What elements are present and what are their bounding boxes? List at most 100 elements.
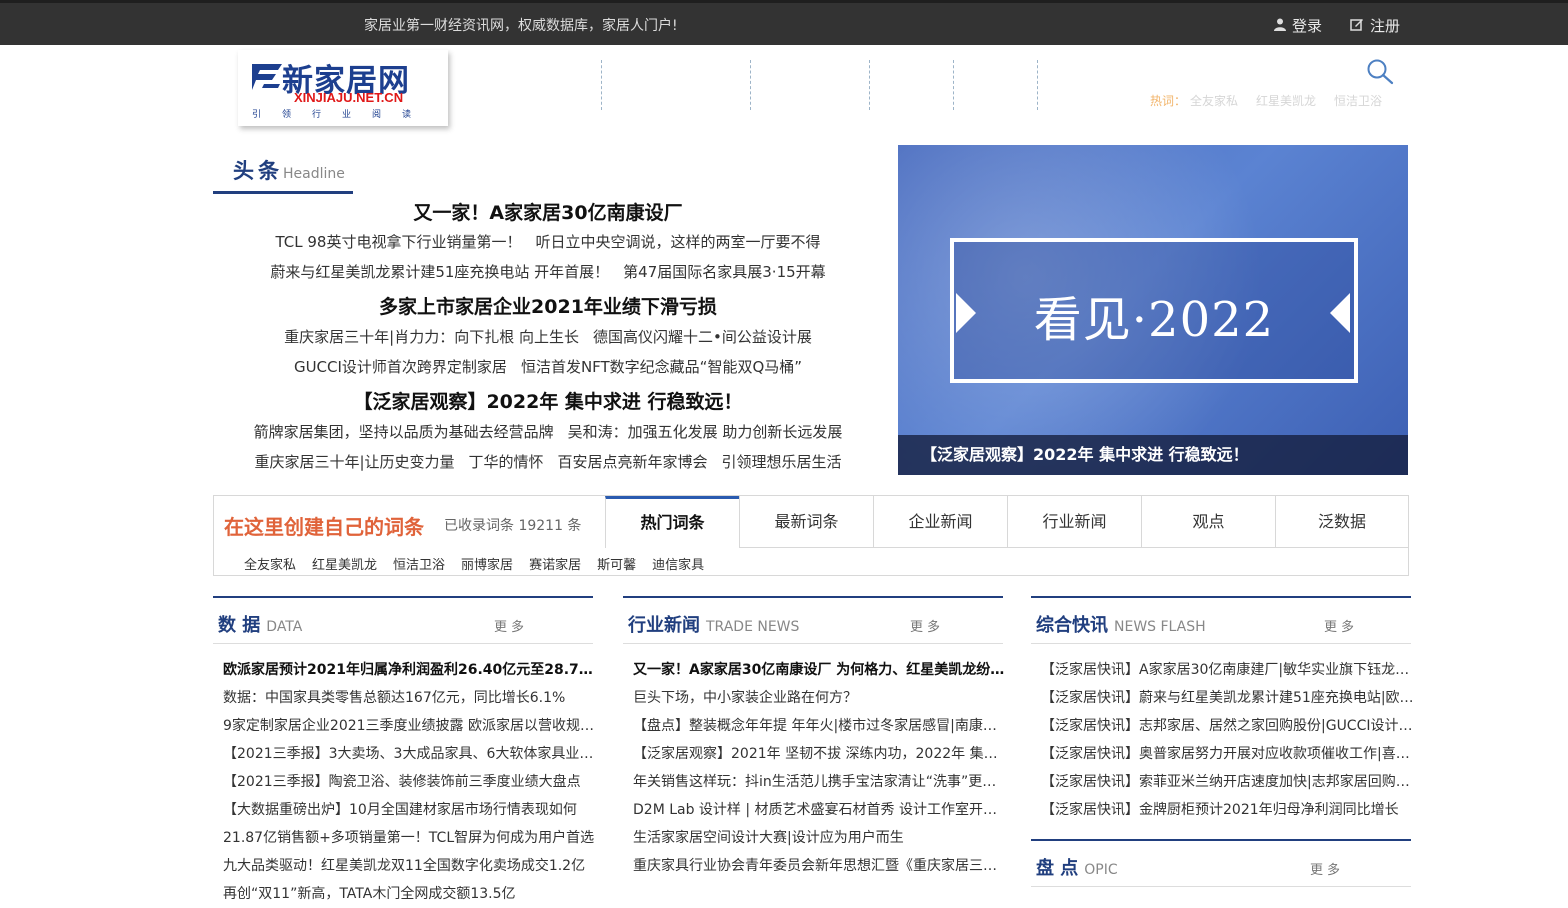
- industry-title-en: TRADE NEWS: [706, 619, 800, 635]
- term-tag[interactable]: 赛诺家居: [529, 558, 581, 573]
- hot-word[interactable]: 恒洁卫浴: [1334, 94, 1382, 108]
- nav-divider: [750, 60, 751, 110]
- terms-tab[interactable]: 最新词条: [739, 496, 873, 548]
- news-list-item[interactable]: 欧派家居预计2021年归属净利润盈利26.40亿元至28.73亿元: [223, 656, 598, 684]
- headline-link[interactable]: 多家上市家居企业2021年业绩下滑亏损: [379, 296, 717, 318]
- terms-tab[interactable]: 企业新闻: [873, 496, 1007, 548]
- login-label: 登录: [1292, 17, 1323, 35]
- headline-main-item: 多家上市家居企业2021年业绩下滑亏损: [213, 292, 883, 319]
- terms-tab[interactable]: 观点: [1141, 496, 1275, 548]
- create-term-link[interactable]: 在这里创建自己的词条: [224, 511, 424, 540]
- headline-main-item: 又一家！A家家居30亿南康设厂: [213, 198, 883, 225]
- headline-link[interactable]: TCL 98英寸电视拿下行业销量第一！: [276, 233, 522, 251]
- nav-divider: [953, 60, 954, 110]
- news-list-item[interactable]: 生活家家居空间设计大赛|设计应为用户而生: [633, 824, 1006, 852]
- flash-news-list: 【泛家居快讯】A家家居30亿南康建厂|敏华实业旗下钰龙公司 【泛家居快讯】蔚来与红…: [1041, 656, 1418, 824]
- headline-link[interactable]: 德国高仪闪耀十二•间公益设计展: [593, 328, 812, 346]
- news-list-item[interactable]: 【2021三季报】3大卖场、3大成品家具、6大软体家具业绩出炉: [223, 740, 598, 768]
- hot-word[interactable]: 红星美凯龙: [1256, 94, 1316, 108]
- banner-right-arrow-icon: [1330, 293, 1350, 333]
- term-tag[interactable]: 恒洁卫浴: [393, 558, 445, 573]
- terms-tab[interactable]: 泛数据: [1275, 496, 1408, 548]
- headline-sub-row: 箭牌家居集团，坚持以品质为基础去经营品牌 吴和涛：加强五化发展 助力创新长远发展: [213, 421, 883, 442]
- headline-link[interactable]: 吴和涛：加强五化发展 助力创新长远发展: [568, 423, 843, 441]
- news-list-item[interactable]: 【大数据重磅出炉】10月全国建材家居市场行情表现如何: [223, 796, 598, 824]
- headline-link[interactable]: 箭牌家居集团，坚持以品质为基础去经营品牌: [254, 423, 554, 441]
- news-list-item[interactable]: D2M Lab 设计样 | 材质艺术盛宴石材首秀 设计工作室开放日: [633, 796, 1006, 824]
- nav-divider: [1037, 60, 1038, 110]
- headline-link[interactable]: 又一家！A家家居30亿南康设厂: [413, 202, 682, 224]
- register-link[interactable]: 注册: [1350, 15, 1400, 36]
- industry-more-link[interactable]: 更多: [910, 616, 944, 635]
- news-list-item[interactable]: 【泛家居快讯】蔚来与红星美凯龙累计建51座充换电站|欧派家居: [1041, 684, 1418, 712]
- flash-column-header: 综合快讯 NEWS FLASH 更多: [1031, 596, 1411, 644]
- headline-link[interactable]: 听日立中央空调说，这样的两室一厅要不得: [535, 233, 820, 251]
- news-list-item[interactable]: 【泛家居快讯】A家家居30亿南康建厂|敏华实业旗下钰龙公司: [1041, 656, 1418, 684]
- wiki-terms-box: 在这里创建自己的词条 已收录词条 19211 条 热门词条 最新词条 企业新闻 行业新…: [213, 495, 1409, 576]
- opinion-column-title: 盘 点 OPIC: [1036, 854, 1118, 880]
- news-list-item[interactable]: 【泛家居快讯】索菲亚米兰纳开店速度加快|志邦家居回购股份: [1041, 768, 1418, 796]
- headline-link[interactable]: GUCCI设计师首次跨界定制家居: [294, 358, 507, 376]
- news-list-item[interactable]: 【泛家居快讯】金牌厨柜预计2021年归母净利润同比增长: [1041, 796, 1418, 824]
- flash-more-link[interactable]: 更多: [1324, 616, 1358, 635]
- term-tag[interactable]: 红星美凯龙: [312, 558, 377, 573]
- banner-left-arrow-icon: [956, 293, 976, 333]
- flash-column-title: 综合快讯 NEWS FLASH: [1036, 611, 1206, 637]
- site-slogan: 家居业第一财经资讯网，权威数据库，家居人门户!: [364, 18, 678, 34]
- headline-sub-row: TCL 98英寸电视拿下行业销量第一！ 听日立中央空调说，这样的两室一厅要不得: [213, 231, 883, 252]
- top-bar: [0, 0, 1568, 45]
- banner-caption[interactable]: 【泛家居观察】2022年 集中求进 行稳致远！: [898, 435, 1408, 475]
- news-list-item[interactable]: 重庆家具行业协会青年委员会新年思想汇暨《重庆家居三十年》: [633, 852, 1006, 880]
- flash-title-en: NEWS FLASH: [1114, 619, 1206, 635]
- term-tag[interactable]: 斯可馨: [597, 558, 636, 573]
- headline-link[interactable]: 【泛家居观察】2022年 集中求进 行稳致远！: [353, 391, 742, 413]
- login-link[interactable]: 登录: [1274, 15, 1322, 36]
- headline-link[interactable]: 第47届国际名家具展3·15开幕: [623, 263, 826, 281]
- data-column-title: 数 据 DATA: [218, 611, 302, 637]
- news-list-item[interactable]: 巨头下场，中小家装企业路在何方？: [633, 684, 1006, 712]
- headline-link[interactable]: 重庆家居三十年|让历史变力量: [254, 453, 454, 471]
- news-list-item[interactable]: 9家定制家居企业2021三季度业绩披露 欧派家居以营收规模居首: [223, 712, 598, 740]
- news-list-item[interactable]: 再创“双11”新高，TATA木门全网成交额13.5亿: [223, 880, 598, 908]
- term-tag[interactable]: 丽博家居: [461, 558, 513, 573]
- terms-count: 已收录词条 19211 条: [444, 518, 582, 534]
- headline-banner[interactable]: 看见·2022 【泛家居观察】2022年 集中求进 行稳致远！: [898, 145, 1408, 475]
- user-icon: [1274, 18, 1286, 35]
- opinion-more-link[interactable]: 更多: [1310, 859, 1344, 878]
- term-tag[interactable]: 迪信家具: [652, 558, 704, 573]
- headline-link[interactable]: 引领理想乐居生活: [722, 453, 842, 471]
- edit-icon: [1350, 17, 1364, 35]
- news-list-item[interactable]: 九大品类驱动！红星美凯龙双11全国数字化卖场成交1.2亿: [223, 852, 598, 880]
- headline-sub-row: 蔚来与红星美凯龙累计建51座充换电站 开年首展！ 第47届国际名家具展3·15开幕: [213, 261, 883, 282]
- news-list-item[interactable]: 【泛家居快讯】奥普家居努力开展对应收款项催收工作|喜临门: [1041, 740, 1418, 768]
- term-tag[interactable]: 全友家私: [244, 558, 296, 573]
- hot-word[interactable]: 全友家私: [1190, 94, 1238, 108]
- news-list-item[interactable]: 又一家！A家家居30亿南康设厂 为何格力、红星美凯龙纷纷布局: [633, 656, 1006, 684]
- headline-link[interactable]: 重庆家居三十年|肖力力：向下扎根 向上生长: [284, 328, 579, 346]
- headline-sub-row: GUCCI设计师首次跨界定制家居 恒洁首发NFT数字纪念藏品“智能双Q马桶”: [213, 356, 883, 377]
- headline-section-title: 头条Headline: [213, 155, 353, 194]
- data-news-list: 欧派家居预计2021年归属净利润盈利26.40亿元至28.73亿元 数据：中国家具…: [223, 656, 598, 908]
- news-list-item[interactable]: 【2021三季报】陶瓷卫浴、装修装饰前三季度业绩大盘点: [223, 768, 598, 796]
- news-list-item[interactable]: 【泛家居快讯】志邦家居、居然之家回购股份|GUCCI设计师跨界: [1041, 712, 1418, 740]
- headline-link[interactable]: 丁华的情怀: [469, 453, 544, 471]
- search-icon[interactable]: [1366, 58, 1394, 86]
- news-list-item[interactable]: 年关销售这样玩：抖in生活范儿携手宝洁家清让“洗事”更简单: [633, 768, 1006, 796]
- headline-link[interactable]: 蔚来与红星美凯龙累计建51座充换电站 开年首展！: [270, 263, 609, 281]
- news-list-item[interactable]: 数据：中国家具类零售总额达167亿元，同比增长6.1%: [223, 684, 598, 712]
- terms-tab[interactable]: 热门词条: [605, 496, 739, 548]
- news-list-item[interactable]: 【盘点】整装概念年年提 年年火|楼市过冬家居感冒|南康家具: [633, 712, 1006, 740]
- news-list-item[interactable]: 【泛家居观察】2021年 坚韧不拔 深练内功，2022年 集中求进: [633, 740, 1006, 768]
- headline-link[interactable]: 恒洁首发NFT数字纪念藏品“智能双Q马桶”: [521, 358, 802, 376]
- news-list-item[interactable]: 21.87亿销售额+多项销量第一！TCL智屏为何成为用户首选: [223, 824, 598, 852]
- terms-tag-row: 全友家私 红星美凯龙 恒洁卫浴 丽博家居 赛诺家居 斯可馨 迪信家具: [244, 554, 720, 573]
- nav-divider: [601, 60, 602, 110]
- headline-link[interactable]: 百安居点亮新年家博会: [558, 453, 708, 471]
- nav-divider: [869, 60, 870, 110]
- terms-tab[interactable]: 行业新闻: [1007, 496, 1141, 548]
- banner-frame: 看见·2022: [950, 238, 1358, 383]
- opinion-column-header: 盘 点 OPIC 更多: [1031, 839, 1411, 887]
- data-more-link[interactable]: 更多: [494, 616, 528, 635]
- site-logo[interactable]: 新家居网 XINJIAJU.NET.CN 引领行业阅读: [238, 50, 448, 126]
- data-title-cn: 数 据: [218, 615, 261, 636]
